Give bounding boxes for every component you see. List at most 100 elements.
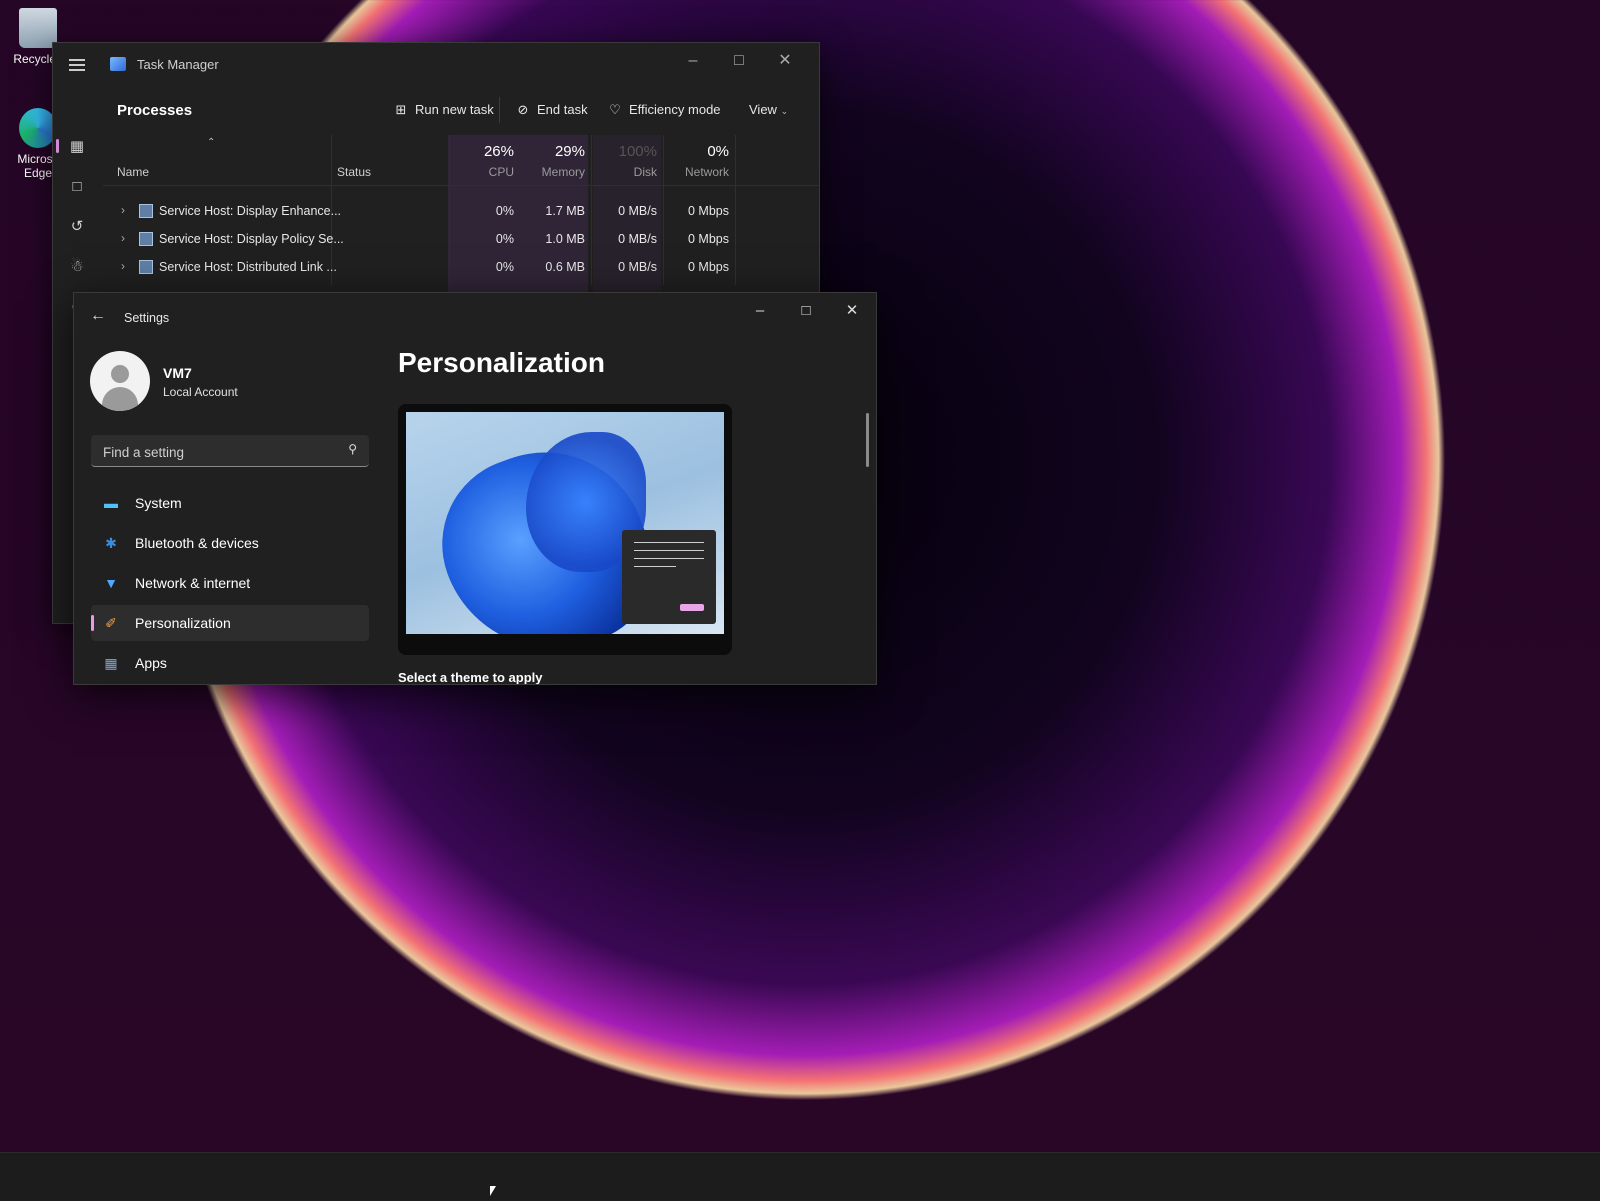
sidebar-item-bluetooth[interactable]: ✱ Bluetooth & devices: [91, 525, 369, 561]
service-host-icon: [139, 260, 153, 274]
sort-arrow-icon: ⌃: [207, 137, 216, 148]
table-row[interactable]: › Service Host: Distributed Link ... 0% …: [103, 253, 819, 281]
account-type: Local Account: [163, 385, 238, 399]
user-name: VM7: [163, 365, 192, 381]
run-task-icon: ⊞: [395, 102, 407, 117]
scrollbar[interactable]: [866, 413, 869, 467]
disk-column-header[interactable]: Disk: [597, 165, 657, 179]
close-button[interactable]: ✕: [769, 49, 801, 73]
memory-column-header[interactable]: Memory: [523, 165, 585, 179]
sample-button: [680, 604, 704, 611]
status-column-header[interactable]: Status: [337, 165, 371, 179]
sidebar-item-label: Apps: [135, 655, 167, 671]
minimize-button[interactable]: –: [677, 49, 709, 73]
section-heading: Select a theme to apply: [398, 670, 543, 685]
cpu-column-header[interactable]: CPU: [458, 165, 514, 179]
network-cell: 0 Mbps: [688, 232, 729, 246]
memory-cell: 0.6 MB: [545, 260, 585, 274]
app-history-nav-icon[interactable]: ↺: [65, 215, 89, 239]
minimize-button[interactable]: –: [740, 299, 780, 323]
sidebar-item-label: Bluetooth & devices: [135, 535, 259, 551]
processes-nav-icon[interactable]: ▦: [65, 135, 89, 159]
leaf-icon: ♡: [609, 102, 621, 117]
avatar[interactable]: [90, 351, 150, 411]
disk-cell: 0 MB/s: [618, 260, 657, 274]
maximize-button[interactable]: □: [786, 299, 826, 323]
sample-text-line: [634, 558, 704, 559]
run-new-task-button[interactable]: ⊞ Run new task: [393, 102, 494, 118]
view-dropdown[interactable]: View ⌄: [749, 102, 788, 117]
chevron-right-icon[interactable]: ›: [121, 203, 125, 217]
network-cell: 0 Mbps: [688, 260, 729, 274]
title-bar[interactable]: Task Manager – □ ✕: [53, 43, 819, 87]
performance-nav-icon[interactable]: □: [65, 175, 89, 199]
efficiency-mode-button[interactable]: ♡ Efficiency mode: [607, 102, 721, 118]
service-host-icon: [139, 232, 153, 246]
sidebar-item-label: Network & internet: [135, 575, 251, 591]
column-headers: ⌃ Name Status 26% CPU 29% Memory 100% Di…: [103, 135, 819, 186]
search-input[interactable]: [101, 441, 335, 463]
memory-usage-total[interactable]: 29%: [523, 143, 585, 160]
efficiency-mode-label: Efficiency mode: [629, 102, 721, 117]
network-usage-total[interactable]: 0%: [669, 143, 729, 160]
network-cell: 0 Mbps: [688, 204, 729, 218]
cpu-cell: 0%: [495, 204, 514, 218]
page-title: Personalization: [398, 347, 605, 378]
settings-window: ← Settings – □ ✕ VM7 Local Account ⚲ ▬ S…: [73, 292, 877, 685]
hamburger-menu-icon[interactable]: [69, 59, 85, 71]
search-icon[interactable]: ⚲: [348, 442, 357, 456]
mouse-cursor-icon: [490, 1186, 496, 1196]
sidebar-item-label: Personalization: [135, 615, 231, 631]
sample-text-line: [634, 542, 704, 543]
cpu-usage-total[interactable]: 26%: [458, 143, 514, 160]
active-indicator: [91, 615, 94, 631]
startup-apps-nav-icon[interactable]: ☃: [65, 255, 89, 279]
chevron-right-icon[interactable]: ›: [121, 231, 125, 245]
table-row[interactable]: › Service Host: Display Policy Se... 0% …: [103, 225, 819, 253]
bluetooth-icon: ✱: [105, 535, 117, 551]
toolbar-divider: [499, 97, 500, 123]
user-silhouette-icon: [111, 365, 129, 383]
sidebar-item-label: System: [135, 495, 182, 511]
cpu-cell: 0%: [495, 260, 514, 274]
run-new-task-label: Run new task: [415, 102, 494, 117]
task-manager-app-icon: [110, 57, 126, 71]
sidebar-item-system[interactable]: ▬ System: [91, 485, 369, 521]
end-task-icon: ⊘: [517, 102, 529, 117]
taskbar: [0, 1152, 1600, 1201]
apps-icon: ▦: [104, 655, 118, 671]
end-task-label: End task: [537, 102, 588, 117]
memory-cell: 1.7 MB: [545, 204, 585, 218]
network-column-header[interactable]: Network: [669, 165, 729, 179]
sample-window: [622, 530, 716, 624]
maximize-button[interactable]: □: [723, 49, 755, 73]
wallpaper-preview: [406, 412, 724, 634]
view-label: View: [749, 102, 777, 117]
process-name: Service Host: Display Policy Se...: [159, 232, 344, 246]
toolbar: Processes ⊞ Run new task ⊘ End task ♡ Effic…: [103, 87, 819, 135]
service-host-icon: [139, 204, 153, 218]
name-column-header[interactable]: Name: [117, 165, 149, 179]
window-title: Task Manager: [137, 57, 219, 72]
sidebar-item-personalization[interactable]: ✐ Personalization: [91, 605, 369, 641]
end-task-button[interactable]: ⊘ End task: [515, 102, 588, 118]
table-row[interactable]: › Service Host: Display Enhance... 0% 1.…: [103, 197, 819, 225]
monitor-icon: ▬: [104, 495, 118, 511]
sidebar-item-apps[interactable]: ▦ Apps: [91, 645, 369, 681]
user-silhouette-body: [102, 387, 138, 411]
cpu-cell: 0%: [495, 232, 514, 246]
sample-text-line: [634, 566, 676, 567]
process-name: Service Host: Display Enhance...: [159, 204, 342, 218]
search-box: ⚲: [91, 435, 369, 467]
sidebar-item-network[interactable]: ▼ Network & internet: [91, 565, 369, 601]
chevron-down-icon: ⌄: [780, 106, 789, 116]
active-indicator: [56, 139, 59, 153]
memory-cell: 1.0 MB: [545, 232, 585, 246]
page-heading: Processes: [117, 102, 193, 119]
disk-usage-total[interactable]: 100%: [597, 143, 657, 160]
window-title: Settings: [124, 311, 170, 325]
wifi-icon: ▼: [104, 575, 118, 591]
chevron-right-icon[interactable]: ›: [121, 259, 125, 273]
back-arrow-icon[interactable]: ←: [90, 307, 106, 325]
close-button[interactable]: ✕: [832, 299, 872, 323]
